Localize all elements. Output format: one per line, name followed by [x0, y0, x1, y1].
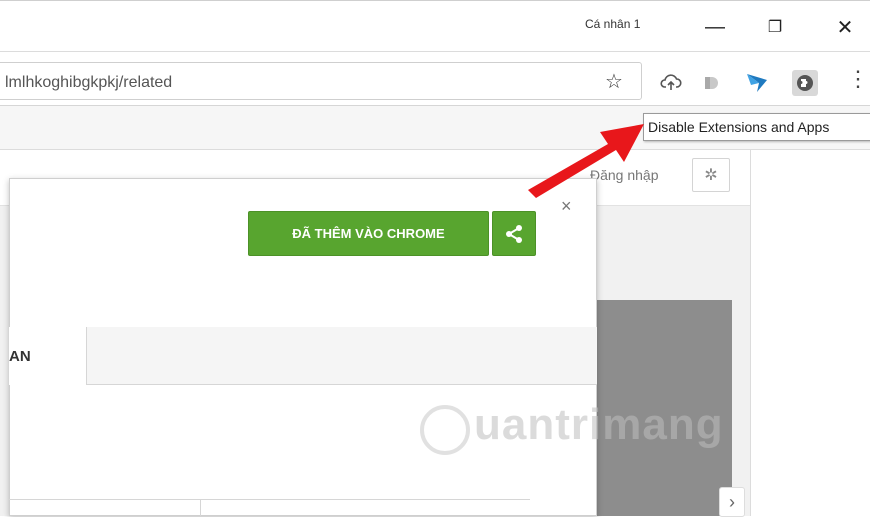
close-button[interactable]: ✕ [826, 10, 864, 44]
dialog-content-row [9, 499, 530, 516]
minimize-button[interactable]: — [696, 10, 734, 44]
share-icon [506, 224, 522, 243]
blue-bird-icon[interactable] [744, 70, 770, 96]
watermark-text: uantrimang [474, 400, 724, 449]
profile-name[interactable]: Cá nhân 1 [585, 17, 640, 31]
cloud-upload-icon[interactable] [658, 70, 684, 96]
signin-link[interactable]: Đăng nhập [590, 167, 659, 183]
disable-extensions-icon[interactable] [792, 70, 818, 96]
tab-label: AN [9, 348, 31, 365]
extension-tooltip: Disable Extensions and Apps [643, 113, 870, 141]
right-panel [750, 150, 870, 516]
content-divider [200, 499, 201, 516]
tab-strip-rest [87, 327, 597, 385]
url-text: lmlhkoghibgkpkj/related [5, 74, 173, 91]
share-button[interactable] [492, 211, 536, 256]
address-bar[interactable]: lmlhkoghibgkpkj/related ☆ [0, 62, 642, 100]
settings-gear-icon[interactable]: ✲ [692, 158, 730, 192]
chrome-menu-icon[interactable]: ⋮ [847, 66, 869, 92]
title-bar [0, 0, 870, 52]
chevron-right-icon[interactable]: › [719, 487, 745, 517]
bookmark-star-icon[interactable]: ☆ [605, 69, 623, 94]
dialog-close-icon[interactable]: × [561, 196, 572, 217]
restore-button[interactable]: ❐ [756, 10, 794, 44]
added-to-chrome-button[interactable]: ĐÃ THÊM VÀO CHROME [248, 211, 489, 256]
grey-puzzle-icon[interactable] [698, 70, 724, 96]
watermark-logo-icon [420, 405, 470, 455]
